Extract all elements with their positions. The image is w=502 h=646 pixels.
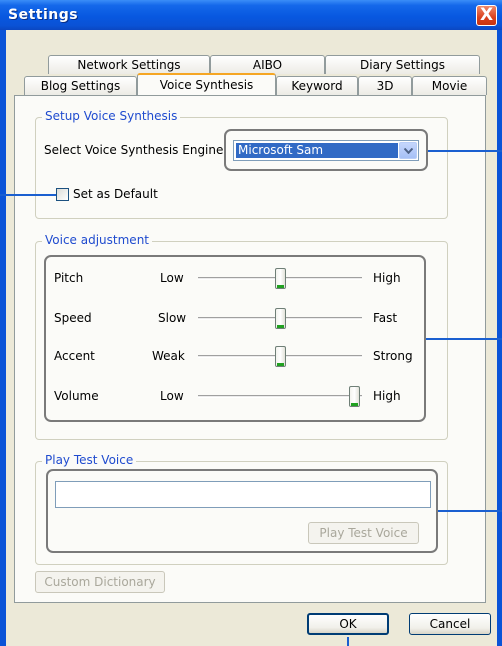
chevron-down-icon[interactable]: [399, 142, 417, 159]
custom-dictionary-button[interactable]: Custom Dictionary: [35, 571, 165, 593]
leader-line-engine: [428, 150, 502, 152]
engine-select-value: Microsoft Sam: [236, 143, 398, 158]
tab-network-settings[interactable]: Network Settings: [48, 55, 210, 74]
adjust-legend: Voice adjustment: [42, 233, 152, 247]
accent-low-label: Weak: [152, 349, 185, 363]
pitch-label: Pitch: [54, 271, 84, 285]
tab-aibo[interactable]: AIBO: [210, 55, 325, 74]
play-test-voice-button[interactable]: Play Test Voice: [308, 522, 419, 544]
pitch-slider[interactable]: [275, 268, 286, 289]
engine-label: Select Voice Synthesis Engine: [44, 143, 224, 157]
leader-line-sliders: [426, 338, 502, 340]
pitch-low-label: Low: [160, 271, 184, 285]
cancel-button[interactable]: Cancel: [409, 613, 491, 635]
tab-diary-settings[interactable]: Diary Settings: [325, 55, 480, 74]
close-icon: X: [480, 5, 494, 25]
speed-slider[interactable]: [275, 308, 286, 329]
volume-high-label: High: [373, 389, 401, 403]
test-text-input[interactable]: [55, 481, 431, 508]
window-title: Settings: [8, 7, 79, 23]
volume-label: Volume: [54, 389, 99, 403]
pitch-high-label: High: [373, 271, 401, 285]
volume-low-label: Low: [160, 389, 184, 403]
settings-window: Settings X Network Settings AIBO Diary S…: [0, 0, 502, 646]
leader-line-default: [0, 194, 56, 196]
title-bar[interactable]: Settings X: [0, 0, 502, 30]
tab-3d[interactable]: 3D: [358, 76, 412, 95]
engine-select[interactable]: Microsoft Sam: [233, 140, 419, 161]
leader-line-test: [438, 510, 502, 512]
setup-legend: Setup Voice Synthesis: [42, 109, 181, 123]
window-frame-left: [0, 30, 6, 646]
play-test-legend: Play Test Voice: [42, 453, 137, 467]
default-checkbox[interactable]: [56, 188, 69, 201]
default-label: Set as Default: [73, 187, 158, 201]
tab-keyword[interactable]: Keyword: [276, 76, 358, 95]
leader-line-ok: [347, 637, 349, 646]
accent-label: Accent: [54, 349, 95, 363]
tab-voice-synthesis[interactable]: Voice Synthesis: [137, 73, 276, 95]
volume-slider[interactable]: [349, 386, 360, 407]
accent-slider[interactable]: [275, 346, 286, 367]
speed-high-label: Fast: [373, 311, 398, 325]
tab-blog-settings[interactable]: Blog Settings: [24, 76, 137, 95]
accent-high-label: Strong: [373, 349, 413, 363]
ok-button[interactable]: OK: [307, 613, 389, 635]
speed-low-label: Slow: [158, 311, 187, 325]
speed-label: Speed: [54, 311, 92, 325]
close-button[interactable]: X: [476, 5, 497, 26]
tab-movie[interactable]: Movie: [412, 76, 487, 95]
volume-track: [198, 395, 362, 398]
